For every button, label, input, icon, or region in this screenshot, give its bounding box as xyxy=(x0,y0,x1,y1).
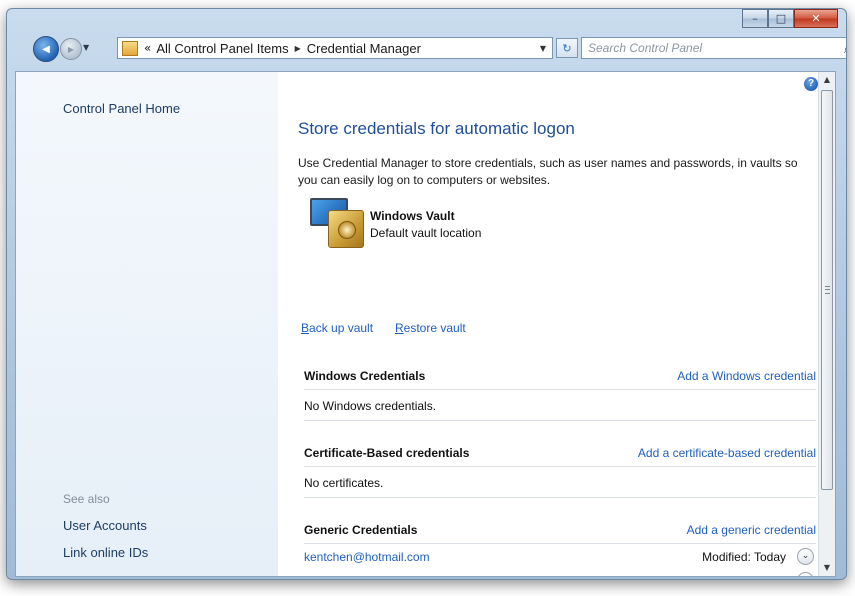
close-button[interactable]: ✕ xyxy=(794,9,838,28)
help-icon[interactable]: ? xyxy=(804,77,818,91)
control-panel-icon xyxy=(122,40,138,56)
restore-vault-label: estore vault xyxy=(403,321,466,335)
list-item[interactable]: kentchen@hotmail.com Modified: Today ⌄ ⌄ xyxy=(304,548,816,576)
vertical-scrollbar[interactable]: ▲ ▼ xyxy=(818,72,835,576)
windows-credentials-header: Windows Credentials Add a Windows creden… xyxy=(304,369,816,389)
address-dropdown-icon[interactable]: ▼ xyxy=(540,44,546,53)
generic-credentials-header: Generic Credentials Add a generic creden… xyxy=(304,523,816,543)
scroll-down-arrow-icon[interactable]: ▼ xyxy=(819,560,835,576)
safe-icon xyxy=(328,210,364,248)
address-bar[interactable]: « All Control Panel Items ▶ Credential M… xyxy=(117,37,553,59)
add-generic-credential-link[interactable]: Add a generic credential xyxy=(687,523,816,537)
restore-vault-accesskey: R xyxy=(395,321,404,335)
credential-name[interactable]: kentchen@hotmail.com xyxy=(304,550,430,564)
main-content: ? Store credentials for automatic logon … xyxy=(278,72,818,576)
generic-credentials-title: Generic Credentials xyxy=(304,523,418,537)
scroll-up-arrow-icon[interactable]: ▲ xyxy=(819,72,835,88)
breadcrumb-credential-manager[interactable]: Credential Manager xyxy=(307,41,421,56)
control-panel-home-link[interactable]: Control Panel Home xyxy=(63,101,180,116)
forward-arrow-icon: ▶ xyxy=(67,44,75,54)
divider xyxy=(304,497,816,498)
user-accounts-link[interactable]: User Accounts xyxy=(63,518,147,533)
maximize-button[interactable]: □ xyxy=(768,9,794,28)
breadcrumb-all-control-panel-items[interactable]: All Control Panel Items xyxy=(156,41,288,56)
back-up-vault-label: ack up vault xyxy=(309,321,374,335)
refresh-button[interactable]: ↻ xyxy=(556,38,578,58)
windows-credentials-empty: No Windows credentials. xyxy=(304,399,437,413)
divider xyxy=(304,543,816,544)
see-also-label: See also xyxy=(63,492,110,506)
page-title: Store credentials for automatic logon xyxy=(298,119,575,138)
divider xyxy=(304,420,816,421)
certificate-credentials-title: Certificate-Based credentials xyxy=(304,446,470,460)
recent-pages-dropdown[interactable]: ▼ xyxy=(83,43,89,52)
search-icon[interactable]: ⌕ xyxy=(844,40,846,60)
credential-manager-window: – □ ✕ ◀ ▶ ▼ « All Control Panel Items ▶ … xyxy=(6,8,847,580)
certificate-credentials-header: Certificate-Based credentials Add a cert… xyxy=(304,446,816,466)
restore-vault-link[interactable]: Restore vault xyxy=(395,321,466,335)
divider xyxy=(304,466,816,467)
left-navigation-pane: Control Panel Home See also User Account… xyxy=(16,72,278,576)
client-area: Control Panel Home See also User Account… xyxy=(15,71,836,577)
expand-chevron-icon[interactable]: ⌄ xyxy=(797,548,814,565)
forward-button[interactable]: ▶ xyxy=(60,38,82,60)
certificate-credentials-empty: No certificates. xyxy=(304,476,384,490)
windows-vault-icon[interactable] xyxy=(310,198,368,250)
minimize-button[interactable]: – xyxy=(742,9,768,28)
caption-buttons: – □ ✕ xyxy=(742,9,838,29)
expand-chevron-icon[interactable]: ⌄ xyxy=(797,572,814,576)
search-input[interactable]: Search Control Panel ⌕ xyxy=(581,37,846,60)
divider xyxy=(304,389,816,390)
breadcrumb-overflow-icon[interactable]: « xyxy=(144,41,151,55)
refresh-icon: ↻ xyxy=(562,41,572,55)
add-windows-credential-link[interactable]: Add a Windows credential xyxy=(677,369,816,383)
add-certificate-credential-link[interactable]: Add a certificate-based credential xyxy=(638,446,816,460)
page-description: Use Credential Manager to store credenti… xyxy=(298,156,798,187)
link-online-ids-link[interactable]: Link online IDs xyxy=(63,545,148,560)
scrollbar-thumb[interactable] xyxy=(821,90,833,490)
vault-location: Default vault location xyxy=(370,226,482,240)
back-arrow-icon: ◀ xyxy=(42,43,50,55)
back-up-vault-accesskey: B xyxy=(301,321,310,335)
scroll-grip-icon xyxy=(825,286,830,294)
vault-name[interactable]: Windows Vault xyxy=(370,209,455,223)
credential-modified: Modified: Today xyxy=(702,550,786,564)
navigation-bar: ◀ ▶ ▼ « All Control Panel Items ▶ Creden… xyxy=(7,29,846,67)
windows-credentials-title: Windows Credentials xyxy=(304,369,426,383)
breadcrumb-separator-icon[interactable]: ▶ xyxy=(295,44,301,53)
search-placeholder: Search Control Panel xyxy=(588,41,703,55)
back-up-vault-link[interactable]: Back up vault xyxy=(301,321,373,335)
back-button[interactable]: ◀ xyxy=(33,36,59,62)
